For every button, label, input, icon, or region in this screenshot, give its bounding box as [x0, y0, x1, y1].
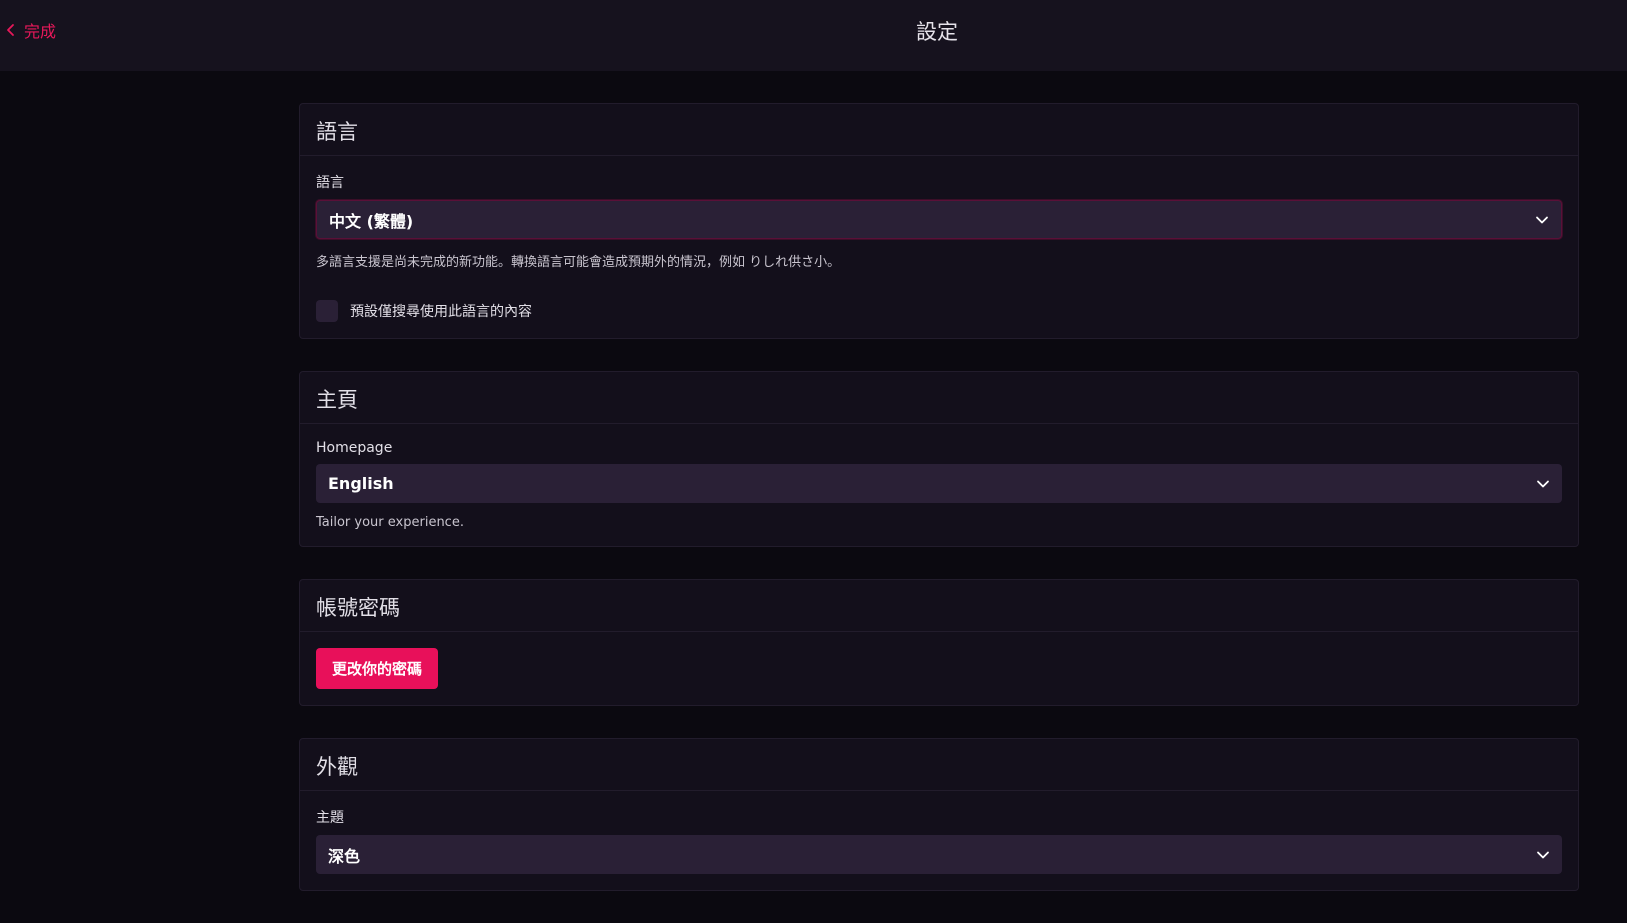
appearance-section: 外觀 主題 深色: [299, 738, 1579, 891]
appearance-section-title: 外觀: [300, 739, 1578, 791]
theme-select-value: 深色: [328, 846, 361, 866]
page-title: 設定: [916, 20, 958, 44]
chevron-down-icon: [1536, 850, 1550, 859]
account-section-title: 帳號密碼: [300, 580, 1578, 632]
theme-field-label: 主題: [316, 810, 344, 826]
homepage-field-label: Homepage: [316, 440, 393, 456]
language-filter-label[interactable]: 預設僅搜尋使用此語言的內容: [350, 301, 532, 321]
settings-content: 語言 語言 中文 (繁體) 多語言支援是尚未完成的新功能。轉換語言可能會造成預期…: [299, 103, 1579, 923]
change-password-button[interactable]: 更改你的密碼: [316, 648, 439, 689]
top-bar: 完成 設定: [0, 0, 1627, 71]
language-select-value: 中文 (繁體): [329, 211, 414, 231]
homepage-section: 主頁 Homepage English Tailor your experien…: [299, 371, 1579, 547]
language-select[interactable]: 中文 (繁體): [316, 200, 1562, 239]
language-field-label: 語言: [316, 175, 344, 191]
language-help-text: 多語言支援是尚未完成的新功能。轉換語言可能會造成預期外的情況，例如 りしれ供さ小…: [316, 255, 841, 270]
language-filter-option: 預設僅搜尋使用此語言的內容: [316, 300, 1562, 322]
language-section-title: 語言: [300, 104, 1578, 156]
homepage-select-value: English: [328, 474, 394, 493]
language-section: 語言 語言 中文 (繁體) 多語言支援是尚未完成的新功能。轉換語言可能會造成預期…: [299, 103, 1579, 339]
chevron-down-icon: [1535, 215, 1549, 224]
homepage-help-text: Tailor your experience.: [316, 515, 464, 530]
theme-select[interactable]: 深色: [316, 835, 1562, 874]
language-filter-checkbox[interactable]: [316, 300, 338, 322]
account-section: 帳號密碼 更改你的密碼: [299, 579, 1579, 706]
homepage-select[interactable]: English: [316, 464, 1562, 503]
chevron-down-icon: [1536, 479, 1550, 488]
homepage-section-title: 主頁: [300, 372, 1578, 424]
